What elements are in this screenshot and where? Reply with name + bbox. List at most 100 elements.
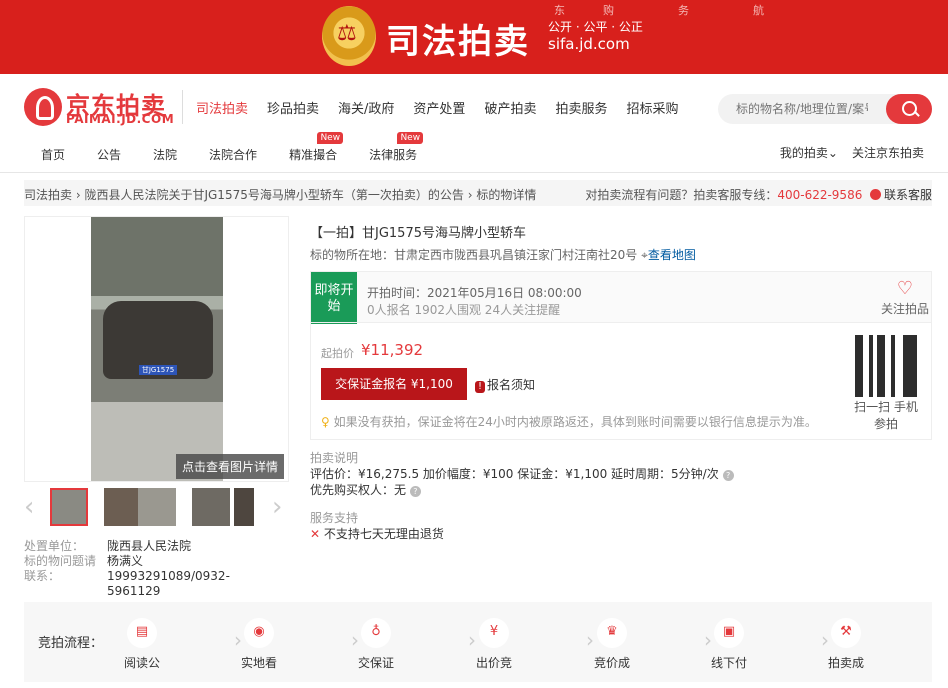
auction-status-box: 即将开始 开拍时间：2021年05月16日 08:00:00 0人报名 1902… — [310, 271, 932, 324]
sub-nav-item-home[interactable]: 首页 — [41, 146, 65, 163]
main-nav: 司法拍卖 珍品拍卖 海关/政府 资产处置 破产拍卖 拍卖服务 招标采购 — [196, 98, 697, 117]
qr-code-icon — [855, 335, 917, 397]
flow-step-label: 阅读公 — [123, 656, 160, 670]
pay-deposit-register-button[interactable]: 交保证金报名 ¥1,100 — [321, 368, 467, 400]
auction-stats: 0人报名 1902人围观 24人关注提醒 — [367, 303, 561, 317]
rules-line: 评估价：¥16,275.5 加价幅度：¥100 保证金：¥1,100 延时周期：… — [310, 466, 734, 482]
main-nav-item-judicial[interactable]: 司法拍卖 — [196, 98, 248, 117]
seller-info: 处置单位： 陇西县人民法院 标的物问题请联系： 杨满义 19993291089/… — [24, 539, 267, 599]
sifa-banner: 司法拍卖 公开 · 公平 · 公正 sifa.jd.com 东 购 务 航 — [0, 0, 948, 74]
view-photo-details-button[interactable]: 点击查看图片详情 — [175, 454, 284, 479]
thumbnail[interactable] — [104, 488, 142, 526]
service-item: ✕ 不支持七天无理由退货 — [310, 526, 444, 542]
license-plate: 甘JG1575 — [139, 365, 177, 375]
jd-auction-logo-icon[interactable] — [24, 88, 62, 126]
my-auction-link[interactable]: 我的拍卖⌄ — [780, 144, 838, 161]
flow-step: ♁ 交保证 — [341, 618, 411, 671]
yen-coin-icon: ¥ — [479, 618, 509, 648]
banner-nav-item[interactable]: 东 — [554, 2, 565, 18]
banner-slogan: 公开 · 公平 · 公正 — [548, 20, 643, 34]
sub-nav-item-court[interactable]: 法院 — [153, 146, 177, 163]
breadcrumb-item[interactable]: 陇西县人民法院关于甘JG1575号海马牌小型轿车（第一次拍卖）的公告 — [84, 188, 463, 202]
breadcrumb-trail: 司法拍卖 › 陇西县人民法院关于甘JG1575号海马牌小型轿车（第一次拍卖）的公… — [24, 186, 536, 203]
registration-notice-link[interactable]: ! 报名须知 — [475, 376, 535, 393]
search-icon[interactable] — [886, 94, 932, 124]
contact-service-link[interactable]: 联系客服 — [884, 188, 932, 202]
flow-step-label: 拍卖成 — [827, 656, 864, 670]
priority-buyer: 优先购买权人：无 — [310, 483, 407, 497]
main-nav-item-bankruptcy[interactable]: 破产拍卖 — [484, 98, 536, 117]
car-image: 甘JG1575 — [91, 217, 223, 481]
banner-nav: 东 购 务 航 — [554, 2, 764, 18]
follow-item-button[interactable]: ♡ 关注拍品 — [881, 278, 929, 317]
new-badge: New — [397, 132, 424, 144]
seller-unit-row: 处置单位： 陇西县人民法院 — [24, 539, 267, 554]
flow-step-label: 竞价成 — [593, 656, 630, 670]
starting-price: ¥11,392 — [361, 341, 424, 359]
start-time: 开拍时间：2021年05月16日 08:00:00 — [367, 286, 582, 300]
price-box: 起拍价 ¥11,392 交保证金报名 ¥1,100 ! 报名须知 ♀ 如果没有获拍… — [310, 322, 932, 440]
main-nav-item-treasure[interactable]: 珍品拍卖 — [267, 98, 319, 117]
sub-nav: 首页 公告 法院 法院合作 精准撮合 New 法律服务 New — [41, 132, 424, 163]
auction-flow: 竞拍流程： ▤ 阅读公 › ◉ 实地看 › ♁ 交保证 › ¥ 出价竞 › ♛ 竞价成 › ▣ 线下付 › ⚒ 拍卖成 — [24, 602, 932, 682]
logo-subtitle: PAIMAI.JD.COM — [66, 112, 175, 126]
banner-nav-item[interactable]: 购 — [603, 2, 614, 18]
service-item-text: 不支持七天无理由退货 — [323, 527, 444, 541]
deposit-refund-tip: ♀ 如果没有获拍，保证金将在24小时内被原路返还，具体到账时间需要以银行信息提示… — [321, 413, 817, 430]
breadcrumb-item: 标的物详情 — [476, 188, 537, 202]
sub-nav-item-legal[interactable]: 法律服务 New — [369, 132, 424, 163]
flow-step: ◉ 实地看 — [224, 618, 294, 671]
search-box — [718, 94, 932, 124]
help-text: 对拍卖流程有问题？拍卖客服专线： — [585, 188, 778, 202]
follow-item-label: 关注拍品 — [880, 302, 929, 316]
item-location: 标的物所在地：甘肃定西市陇西县巩昌镇汪家门村汪南社20号 ⌖查看地图 — [310, 246, 696, 263]
flow-step-label: 出价竞 — [475, 656, 512, 670]
flow-step-label: 线下付 — [710, 656, 747, 670]
flow-step-label: 交保证 — [357, 656, 394, 670]
user-nav: 我的拍卖⌄ 关注京东拍卖 — [780, 144, 924, 161]
rules-details: 评估价：¥16,275.5 加价幅度：¥100 保证金：¥1,100 延时周期：… — [310, 467, 719, 481]
breadcrumb-item[interactable]: 司法拍卖 — [24, 188, 72, 202]
help-icon[interactable]: ? — [722, 470, 734, 481]
flow-step-label: 实地看 — [240, 656, 277, 670]
main-nav-item-customs[interactable]: 海关/政府 — [338, 98, 394, 117]
seller-contact-label: 标的物问题请联系： — [24, 554, 97, 583]
seller-unit[interactable]: 陇西县人民法院 — [107, 539, 191, 554]
thumbnail[interactable] — [138, 488, 176, 526]
flow-step: ♛ 竞价成 — [577, 618, 647, 671]
registration-notice-label: 报名须知 — [487, 378, 536, 392]
sub-nav-item-notice[interactable]: 公告 — [97, 146, 121, 163]
location-value: 甘肃定西市陇西县巩昌镇汪家门村汪南社20号 — [394, 248, 638, 262]
banner-nav-item[interactable]: 务 — [678, 2, 689, 18]
flow-step: ▣ 线下付 — [694, 618, 764, 671]
map-pin-icon: ⌖ — [641, 248, 648, 262]
cross-icon: ✕ — [310, 527, 321, 541]
banner-domain: sifa.jd.com — [548, 35, 630, 53]
thumbnail[interactable] — [50, 488, 88, 526]
main-nav-item-services[interactable]: 拍卖服务 — [555, 98, 607, 117]
chevron-left-icon[interactable]: ‹ — [24, 494, 34, 520]
item-photo[interactable]: 甘JG1575 点击查看图片详情 — [24, 216, 289, 482]
main-nav-item-assets[interactable]: 资产处置 — [413, 98, 465, 117]
thumbnail[interactable] — [234, 488, 254, 526]
lightbulb-icon: ♀ — [321, 415, 330, 429]
search-input[interactable] — [736, 102, 868, 116]
chevron-right-icon[interactable]: › — [272, 494, 282, 520]
help-icon[interactable]: ? — [409, 486, 421, 497]
sub-nav-item-court-coop[interactable]: 法院合作 — [209, 146, 257, 163]
banner-nav-item[interactable]: 航 — [753, 2, 764, 18]
location-label: 标的物所在地： — [310, 248, 395, 262]
flow-step: ▤ 阅读公 — [107, 618, 177, 671]
sub-nav-item-matching[interactable]: 精准撮合 New — [289, 132, 344, 163]
thumbnail[interactable] — [192, 488, 230, 526]
item-title: 【一拍】甘JG1575号海马牌小型轿车 — [310, 226, 526, 241]
view-map-link[interactable]: 查看地图 — [648, 248, 696, 262]
flow-step: ⚒ 拍卖成 — [811, 618, 881, 671]
gavel-icon: ⚒ — [831, 618, 861, 648]
rules-line: 优先购买权人：无 ? — [310, 482, 734, 498]
rules-heading: 拍卖说明 — [310, 451, 359, 465]
follow-jd-auction-link[interactable]: 关注京东拍卖 — [852, 144, 924, 161]
flow-step: ¥ 出价竞 — [459, 618, 529, 671]
main-nav-item-tender[interactable]: 招标采购 — [626, 98, 678, 117]
hotline-number: 400-622-9586 — [777, 188, 863, 202]
